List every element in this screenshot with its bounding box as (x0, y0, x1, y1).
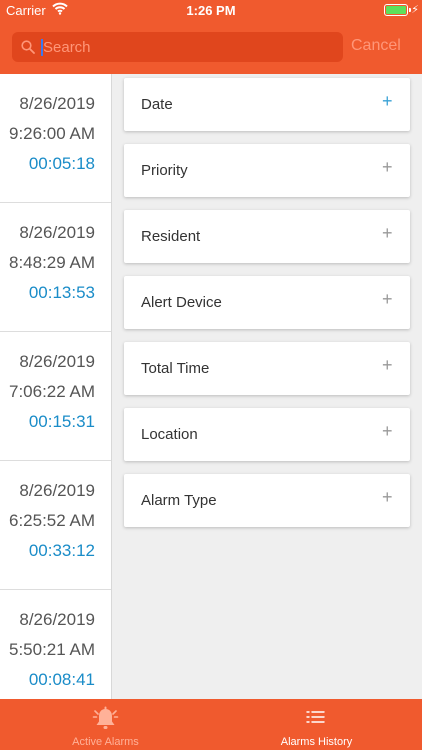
alarm-duration: 00:13:53 (28, 283, 95, 302)
search-field[interactable] (12, 32, 343, 62)
expand-plus-icon[interactable]: + (382, 223, 393, 244)
expand-plus-icon[interactable]: + (382, 355, 393, 376)
status-time: 1:26 PM (186, 3, 236, 18)
search-bar: Cancel (0, 20, 422, 74)
filter-label: Resident (141, 228, 201, 245)
alarm-time: 6:25:52 AM (8, 511, 95, 530)
alarm-duration: 00:33:12 (28, 541, 95, 560)
filter-label: Date (141, 96, 173, 113)
alarm-date: 8/26/2019 (19, 94, 95, 113)
tab-bar: Active Alarms Alarms History (0, 699, 422, 750)
cancel-button[interactable]: Cancel (351, 37, 401, 55)
tab-label: Active Alarms (72, 736, 139, 748)
filter-panel: Date + Priority + Resident + Alert Devic… (124, 78, 410, 540)
filter-label: Priority (141, 162, 188, 179)
filter-location[interactable]: Location + (124, 408, 410, 461)
filter-priority[interactable]: Priority + (124, 144, 410, 197)
search-icon (21, 40, 35, 54)
tab-active-alarms[interactable]: Active Alarms (0, 699, 211, 750)
tab-alarms-history[interactable]: Alarms History (211, 699, 422, 750)
search-input[interactable] (43, 36, 333, 58)
filter-label: Location (141, 426, 198, 443)
filter-alarm-type[interactable]: Alarm Type + (124, 474, 410, 527)
tab-label: Alarms History (280, 736, 353, 748)
list-icon (211, 705, 422, 731)
filter-date[interactable]: Date + (124, 78, 410, 131)
expand-plus-icon[interactable]: + (382, 289, 393, 310)
filter-label: Alert Device (141, 294, 222, 311)
expand-plus-icon[interactable]: + (382, 157, 393, 178)
alarm-time: 9:26:00 AM (8, 124, 95, 143)
expand-plus-icon[interactable]: + (382, 421, 393, 442)
alarm-time: 8:48:29 AM (8, 253, 95, 272)
bell-icon (0, 705, 211, 731)
list-item[interactable]: 8/26/2019 8:48:29 AM 00:13:53 (0, 203, 111, 332)
filter-label: Total Time (141, 360, 210, 377)
alarm-time: 5:50:21 AM (8, 640, 95, 659)
list-item[interactable]: 8/26/2019 6:25:52 AM 00:33:12 (0, 461, 111, 590)
list-item[interactable]: 8/26/2019 9:26:00 AM 00:05:18 (0, 74, 111, 203)
alarm-date: 8/26/2019 (19, 352, 95, 371)
alarm-duration: 00:08:41 (28, 670, 95, 689)
status-bar: Carrier 1:26 PM ⚡ (0, 0, 422, 20)
charging-icon: ⚡ (411, 4, 419, 16)
alarm-date: 8/26/2019 (19, 223, 95, 242)
list-item[interactable]: 8/26/2019 7:06:22 AM 00:15:31 (0, 332, 111, 461)
list-item[interactable]: 8/26/2019 5:50:21 AM 00:08:41 (0, 590, 111, 699)
filter-total-time[interactable]: Total Time + (124, 342, 410, 395)
alarm-duration: 00:05:18 (28, 154, 95, 173)
alarm-duration: 00:15:31 (28, 412, 95, 431)
expand-plus-icon[interactable]: + (382, 91, 393, 112)
expand-plus-icon[interactable]: + (382, 487, 393, 508)
battery-icon (384, 4, 408, 16)
alarm-date: 8/26/2019 (19, 481, 95, 500)
alarm-date: 8/26/2019 (19, 610, 95, 629)
filter-alert-device[interactable]: Alert Device + (124, 276, 410, 329)
filter-label: Alarm Type (141, 492, 217, 509)
alarm-history-list[interactable]: 8/26/2019 9:26:00 AM 00:05:18 8/26/2019 … (0, 74, 112, 699)
filter-resident[interactable]: Resident + (124, 210, 410, 263)
alarm-time: 7:06:22 AM (8, 382, 95, 401)
